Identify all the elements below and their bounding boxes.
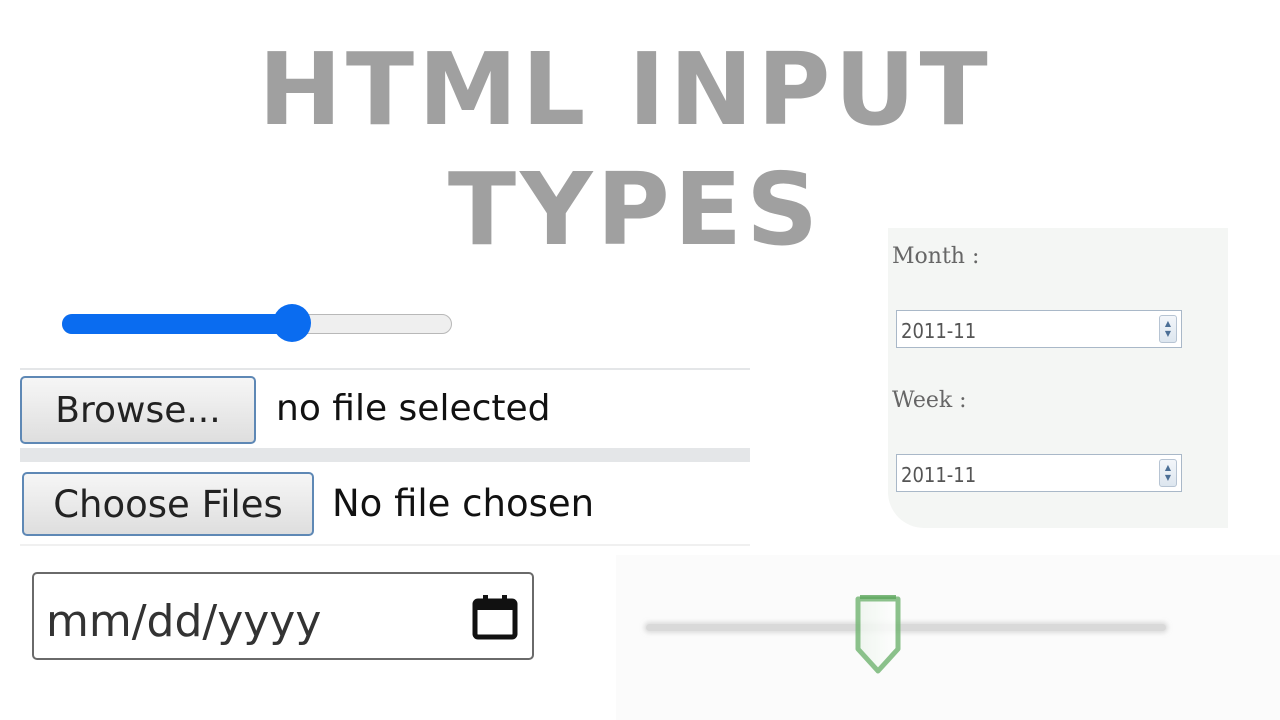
range-thumb[interactable] [273,304,311,342]
month-input[interactable]: 2011-11 ▲ ▼ [896,310,1182,348]
green-range-thumb[interactable] [850,591,908,675]
month-value: 2011-11 [901,319,977,343]
date-input[interactable]: mm/dd/yyyy [32,572,534,660]
spin-down-icon[interactable]: ▼ [1165,473,1171,483]
spin-up-icon[interactable]: ▲ [1165,319,1171,329]
file-status-text: no file selected [276,388,551,429]
divider [20,544,750,546]
month-label: Month : [892,244,980,269]
green-range-slider[interactable] [616,555,1280,720]
file-status-text: No file chosen [332,482,595,525]
divider [20,448,750,462]
week-input[interactable]: 2011-11 ▲ ▼ [896,454,1182,492]
week-value: 2011-11 [901,463,977,487]
page-title-line-1: HTML INPUT [258,31,992,148]
calendar-icon[interactable] [470,592,520,642]
month-spinner[interactable]: ▲ ▼ [1159,315,1177,343]
divider [20,368,750,370]
choose-files-button[interactable]: Choose Files [22,472,314,536]
week-spinner[interactable]: ▲ ▼ [1159,459,1177,487]
browse-button[interactable]: Browse... [20,376,256,444]
spin-up-icon[interactable]: ▲ [1165,463,1171,473]
month-week-panel: Month : 2011-11 ▲ ▼ Week : 2011-11 ▲ ▼ [888,228,1228,528]
date-placeholder: mm/dd/yyyy [46,596,322,647]
range-fill [62,314,292,334]
spin-down-icon[interactable]: ▼ [1165,329,1171,339]
week-label: Week : [892,388,967,413]
range-slider[interactable] [62,304,454,342]
